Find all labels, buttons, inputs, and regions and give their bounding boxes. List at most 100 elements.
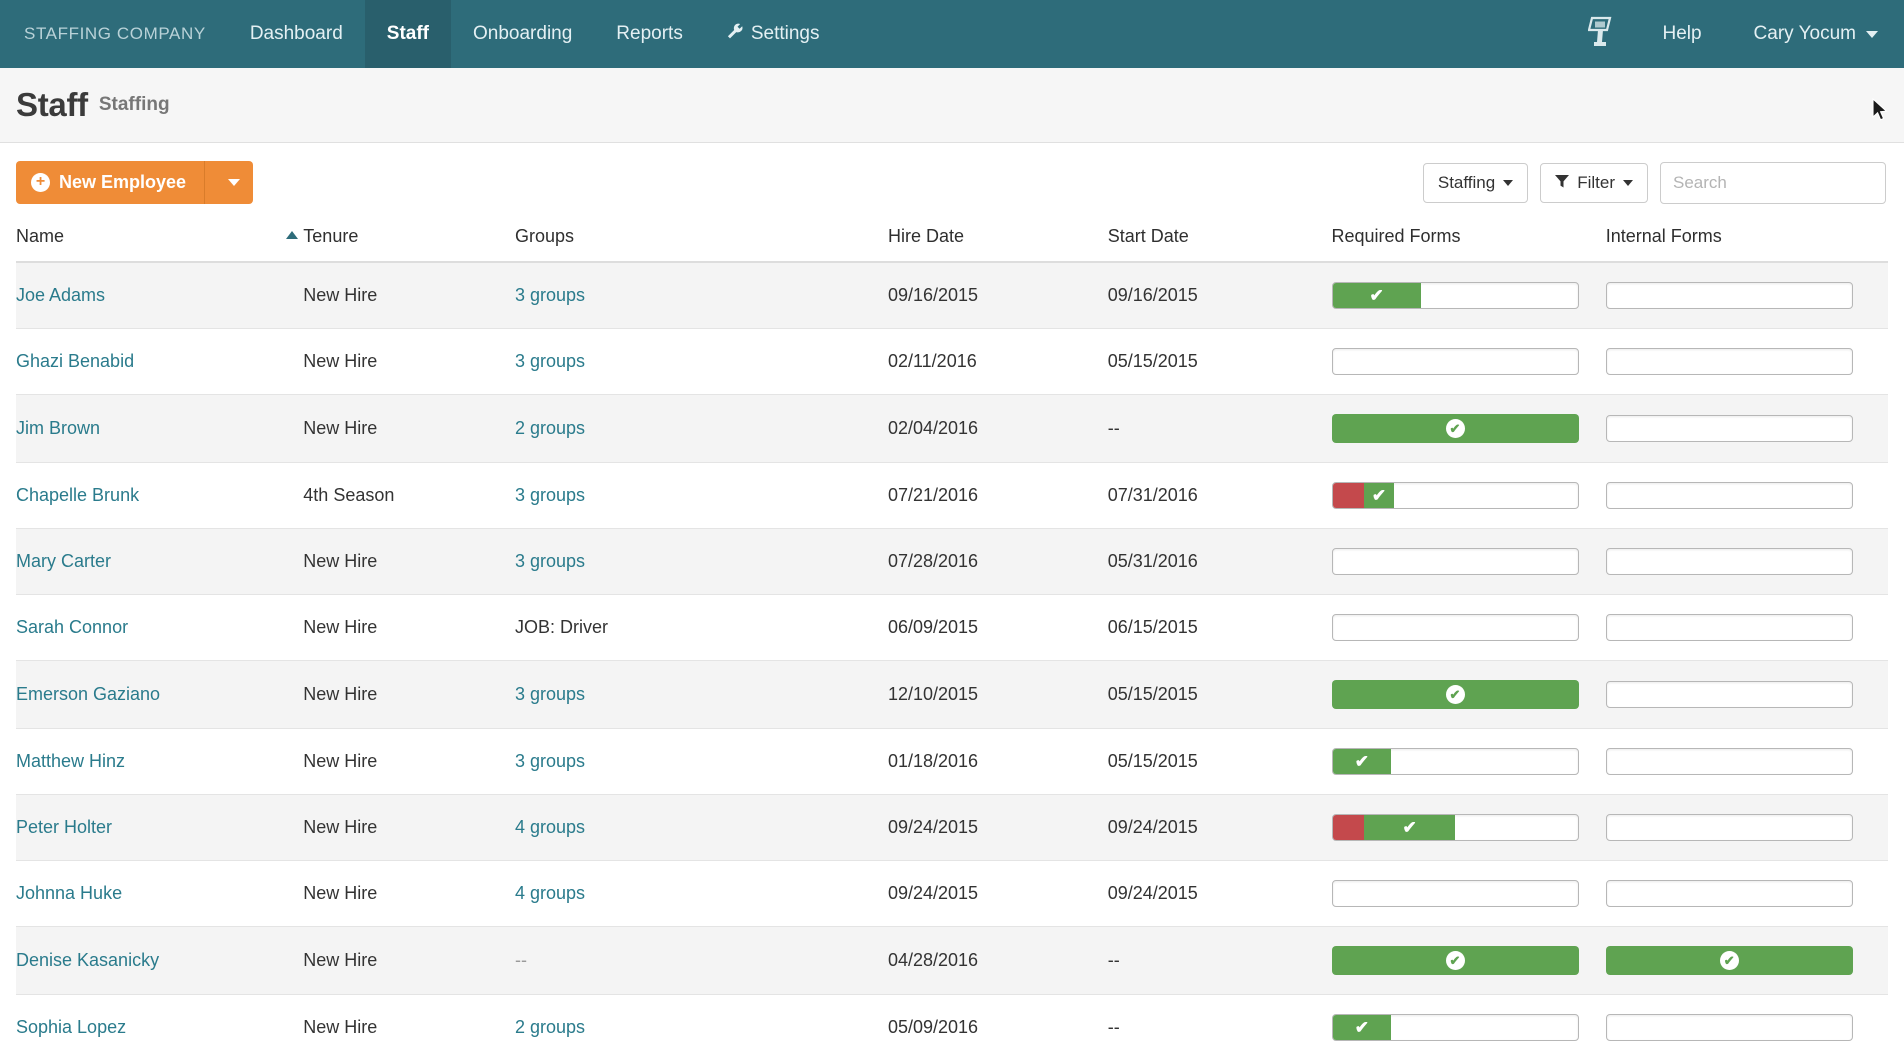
column-header-name[interactable]: Name — [16, 218, 304, 263]
internal-forms-progress[interactable] — [1605, 614, 1853, 641]
employee-name-link[interactable]: Chapelle Brunk — [16, 485, 139, 505]
required-forms-progress[interactable]: ✔ — [1331, 282, 1579, 309]
internal-forms-progress[interactable] — [1605, 548, 1853, 575]
column-header-label: Name — [16, 226, 65, 246]
internal-forms-progress[interactable] — [1605, 814, 1853, 841]
required-forms-progress[interactable] — [1331, 880, 1579, 907]
funnel-icon — [1555, 173, 1570, 193]
new-employee-button[interactable]: + New Employee — [16, 161, 205, 204]
column-header-groups[interactable]: Groups — [514, 218, 888, 263]
groups-link[interactable]: 3 groups — [515, 285, 585, 305]
required-forms-progress[interactable]: ✔ — [1331, 748, 1579, 775]
nav-item-label: Onboarding — [473, 23, 573, 44]
table-row[interactable]: Matthew Hinz New Hire 3 groups 01/18/2016 05… — [16, 728, 1888, 795]
table-row[interactable]: Sophia Lopez New Hire 2 groups 05/09/2016 --… — [16, 994, 1888, 1059]
check-icon: ✔ — [1402, 818, 1417, 837]
table-row[interactable]: Ghazi Benabid New Hire 3 groups 02/11/2016 0… — [16, 328, 1888, 395]
employee-name-link[interactable]: Peter Holter — [16, 817, 112, 837]
new-employee-dropdown-toggle[interactable] — [204, 161, 254, 204]
nav-item-staff[interactable]: Staff — [364, 0, 451, 68]
nav-item-user-menu[interactable]: Cary Yocum — [1728, 0, 1904, 68]
groups-link[interactable]: 3 groups — [515, 485, 585, 505]
required-forms-progress[interactable]: ✔ — [1331, 482, 1579, 509]
employee-name-link[interactable]: Matthew Hinz — [16, 751, 125, 771]
required-forms-progress[interactable] — [1331, 548, 1579, 575]
employee-name-link[interactable]: Denise Kasanicky — [16, 950, 159, 970]
employee-name-link[interactable]: Joe Adams — [16, 285, 105, 305]
table-row[interactable]: Mary Carter New Hire 3 groups 07/28/2016 05/… — [16, 528, 1888, 595]
required-forms-progress[interactable] — [1331, 614, 1579, 641]
employee-name-link[interactable]: Ghazi Benabid — [16, 351, 134, 371]
cell-start-date: 07/31/2016 — [1107, 462, 1332, 529]
employee-name-link[interactable]: Sarah Connor — [16, 617, 128, 637]
column-header-start-date[interactable]: Start Date — [1107, 218, 1332, 263]
cell-groups: 3 groups — [514, 728, 888, 795]
nav-item-label-user: Cary Yocum — [1753, 23, 1856, 44]
nav-item-reports[interactable]: Reports — [594, 0, 705, 68]
internal-forms-progress[interactable] — [1605, 1014, 1853, 1041]
table-row[interactable]: Chapelle Brunk 4th Season 3 groups 07/21/20… — [16, 462, 1888, 529]
cell-required-forms: ✔ — [1331, 794, 1606, 861]
internal-forms-progress[interactable] — [1605, 348, 1853, 375]
required-forms-progress[interactable]: ✔ — [1331, 414, 1579, 443]
table-row[interactable]: Peter Holter New Hire 4 groups 09/24/2015 09… — [16, 794, 1888, 861]
column-header-internal-forms[interactable]: Internal Forms — [1605, 218, 1888, 263]
nav-item-onboarding[interactable]: Onboarding — [451, 0, 594, 68]
table-row[interactable]: Denise Kasanicky New Hire -- 04/28/2016 -- ✔ ✔ — [16, 926, 1888, 995]
filter-dropdown-button[interactable]: Filter — [1540, 162, 1648, 203]
internal-forms-progress[interactable] — [1605, 681, 1853, 708]
internal-forms-progress[interactable] — [1605, 880, 1853, 907]
table-row[interactable]: Jim Brown New Hire 2 groups 02/04/2016 -- ✔ — [16, 394, 1888, 463]
employee-name-link[interactable]: Emerson Gaziano — [16, 684, 160, 704]
internal-forms-progress[interactable] — [1605, 282, 1853, 309]
required-forms-progress[interactable] — [1331, 348, 1579, 375]
kiosk-icon-button[interactable] — [1566, 0, 1636, 68]
required-forms-progress[interactable]: ✔ — [1331, 814, 1579, 841]
table-row[interactable]: Johnna Huke New Hire 4 groups 09/24/2015 09/… — [16, 860, 1888, 927]
staffing-dropdown-button[interactable]: Staffing — [1422, 162, 1529, 203]
cell-required-forms: ✔ — [1331, 462, 1606, 529]
internal-forms-progress[interactable] — [1605, 748, 1853, 775]
required-forms-progress[interactable]: ✔ — [1331, 1014, 1579, 1041]
required-forms-progress[interactable]: ✔ — [1331, 680, 1579, 709]
table-row[interactable]: Sarah Connor New Hire JOB: Driver 06/09/201… — [16, 594, 1888, 661]
cell-internal-forms — [1605, 794, 1888, 861]
check-circle-icon: ✔ — [1445, 685, 1465, 704]
internal-forms-progress[interactable] — [1605, 482, 1853, 509]
table-row[interactable]: Emerson Gaziano New Hire 3 groups 12/10/201… — [16, 660, 1888, 729]
groups-link[interactable]: 2 groups — [515, 1017, 585, 1037]
table-row[interactable]: Joe Adams New Hire 3 groups 09/16/2015 09/16… — [16, 262, 1888, 329]
progress-segment-green: ✔ — [1332, 749, 1392, 774]
employee-name-link[interactable]: Mary Carter — [16, 551, 111, 571]
employee-name-link[interactable]: Sophia Lopez — [16, 1017, 126, 1037]
progress-segment-red — [1332, 483, 1365, 508]
column-header-tenure[interactable]: Tenure — [286, 218, 515, 263]
primary-nav: Dashboard Staff Onboarding Reports Settings — [228, 0, 842, 68]
column-header-required-forms[interactable]: Required Forms — [1331, 218, 1606, 263]
search-input[interactable] — [1660, 161, 1886, 204]
employee-name-link[interactable]: Johnna Huke — [16, 883, 122, 903]
groups-link[interactable]: 4 groups — [515, 817, 585, 837]
brand-logo[interactable]: STAFFING COMPANY — [0, 0, 228, 68]
groups-link[interactable]: 3 groups — [515, 551, 585, 571]
cell-tenure: New Hire — [303, 926, 515, 995]
required-forms-progress[interactable]: ✔ — [1331, 946, 1579, 975]
nav-item-label: Staff — [386, 23, 429, 44]
groups-link[interactable]: 2 groups — [515, 418, 585, 438]
employee-name-link[interactable]: Jim Brown — [16, 418, 100, 438]
internal-forms-progress[interactable] — [1605, 415, 1853, 442]
check-circle-icon: ✔ — [1445, 419, 1465, 438]
nav-item-settings[interactable]: Settings — [705, 0, 842, 68]
internal-forms-progress[interactable]: ✔ — [1605, 946, 1853, 975]
groups-link[interactable]: 3 groups — [515, 751, 585, 771]
nav-item-help[interactable]: Help — [1636, 0, 1727, 68]
groups-link[interactable]: 4 groups — [515, 883, 585, 903]
groups-link[interactable]: 3 groups — [515, 684, 585, 704]
filter-dropdown-label: Filter — [1577, 172, 1615, 192]
nav-item-label: Dashboard — [249, 23, 343, 44]
groups-link[interactable]: 3 groups — [515, 351, 585, 371]
column-header-hire-date[interactable]: Hire Date — [887, 218, 1108, 263]
nav-item-dashboard[interactable]: Dashboard — [228, 0, 365, 68]
cell-internal-forms — [1605, 594, 1888, 661]
column-header-label: Tenure — [303, 226, 359, 246]
